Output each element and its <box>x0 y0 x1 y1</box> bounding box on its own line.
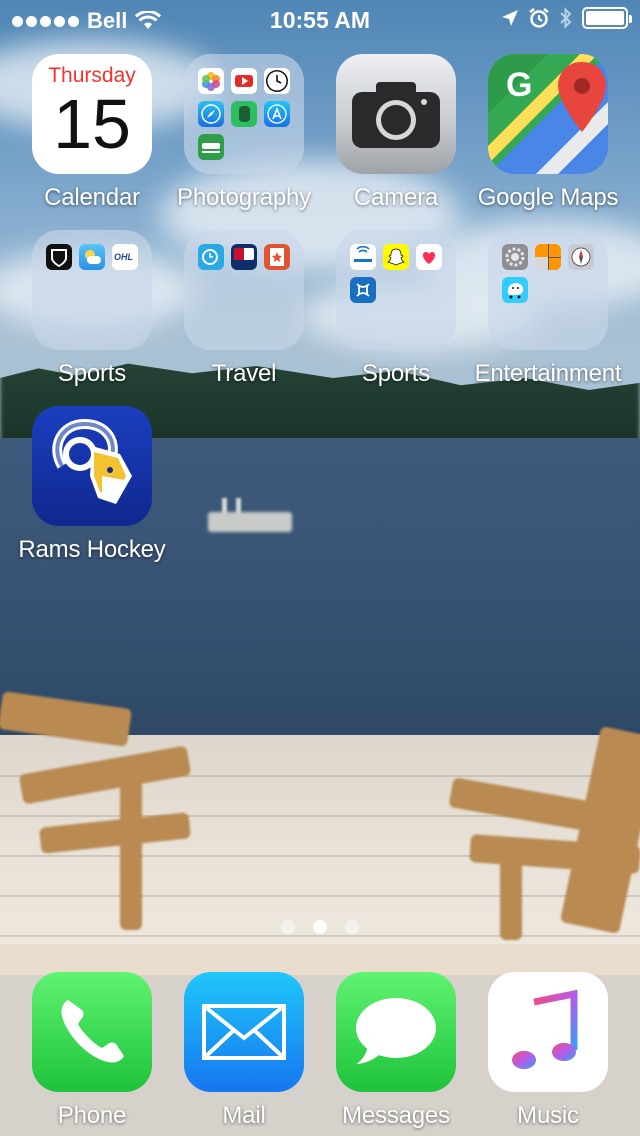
page-indicator[interactable] <box>0 920 640 934</box>
page-dot <box>281 920 295 934</box>
music-note-icon <box>488 972 608 1092</box>
photos-mini-icon <box>198 68 224 94</box>
phone-icon <box>32 972 152 1092</box>
alarm-clock-icon <box>529 8 549 28</box>
folder-sports-1[interactable]: OHL Sports <box>16 230 168 388</box>
folder-travel[interactable]: Travel <box>168 230 320 388</box>
calendar-icon: Thursday 15 <box>32 54 152 174</box>
google-maps-icon: G <box>488 54 608 174</box>
folder-icon: OHL <box>32 230 152 350</box>
app-rams-hockey[interactable]: Rams Hockey <box>16 406 168 564</box>
app-mail[interactable]: Mail <box>168 972 320 1130</box>
mlb-mini-icon <box>231 244 257 270</box>
svg-text:G: G <box>506 66 532 104</box>
folder-sports-2[interactable]: Sports <box>320 230 472 388</box>
app-label: Camera <box>353 184 439 211</box>
waze-mini-icon <box>502 277 528 303</box>
app-label: Travel <box>211 360 277 387</box>
calendar-date: 15 <box>53 85 131 163</box>
ohl-mini-icon: OHL <box>112 244 138 270</box>
camera-icon <box>336 54 456 174</box>
snapchat-mini-icon <box>383 244 409 270</box>
clock-mini-icon <box>264 68 290 94</box>
nhl-mini-icon <box>46 244 72 270</box>
app-label: Music <box>517 1102 579 1129</box>
folder-icon <box>184 230 304 350</box>
battery-level <box>586 11 624 25</box>
app-label: Entertainment <box>474 360 622 387</box>
settings-gear-mini-icon <box>502 244 528 270</box>
page-dot <box>345 920 359 934</box>
battery-icon <box>582 7 632 29</box>
app-messages[interactable]: Messages <box>320 972 472 1130</box>
app-label: Photography <box>177 184 311 211</box>
bookmark-star-mini-icon <box>264 244 290 270</box>
app-store-mini-icon <box>264 101 290 127</box>
page-dot-current <box>313 920 327 934</box>
train-mini-icon <box>198 134 224 160</box>
youtube-mini-icon <box>231 68 257 94</box>
folder-icon <box>488 230 608 350</box>
folder-entertainment[interactable]: Entertainment <box>472 230 624 388</box>
app-phone[interactable]: Phone <box>16 972 168 1130</box>
calculator-mini-icon <box>535 244 561 270</box>
mail-envelope-icon <box>184 972 304 1092</box>
app-music[interactable]: Music <box>472 972 624 1130</box>
folder-icon <box>184 54 304 174</box>
folder-photography[interactable]: Photography <box>168 54 320 212</box>
safari-mini-icon <box>198 101 224 127</box>
under-armour-mini-icon <box>350 277 376 303</box>
folder-icon <box>336 230 456 350</box>
compass-mini-icon <box>568 244 594 270</box>
status-bar: Bell 10:55 AM <box>0 0 640 40</box>
messages-bubble-icon <box>336 972 456 1092</box>
app-google-maps[interactable]: G Google Maps <box>472 54 624 212</box>
app-calendar[interactable]: Thursday 15 Calendar <box>16 54 168 212</box>
app-label: Sports <box>361 360 431 387</box>
app-label: Rams Hockey <box>18 536 166 563</box>
evernote-mini-icon <box>231 101 257 127</box>
rams-hockey-icon <box>32 406 152 526</box>
app-label: Phone <box>57 1102 127 1129</box>
app-label: Google Maps <box>477 184 619 211</box>
app-camera[interactable]: Camera <box>320 54 472 212</box>
bluetooth-icon <box>560 7 572 29</box>
siriusxm-mini-icon <box>350 244 376 270</box>
app-label: Calendar <box>44 184 140 211</box>
weather-mini-icon <box>79 244 105 270</box>
app-label: Mail <box>222 1102 266 1129</box>
app-label: Sports <box>57 360 127 387</box>
health-heart-mini-icon <box>416 244 442 270</box>
location-arrow-icon <box>502 10 518 26</box>
app-label: Messages <box>342 1102 450 1129</box>
timer-mini-icon <box>198 244 224 270</box>
